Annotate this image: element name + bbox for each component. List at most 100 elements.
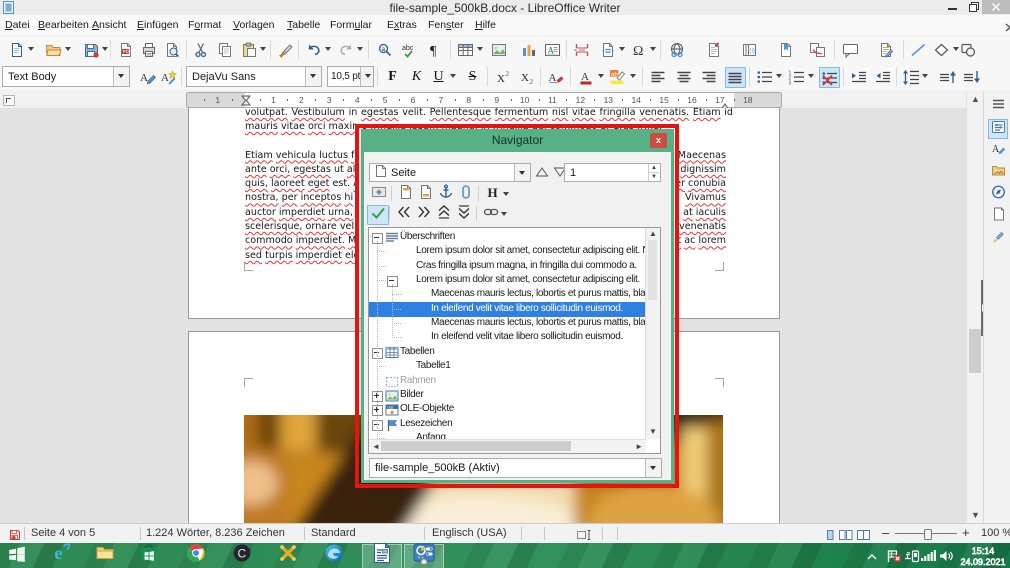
sidebar-gallery[interactable] (989, 163, 1007, 181)
line-spacing-dropdown-arrow[interactable] (922, 74, 928, 78)
superscript-button[interactable]: X2 (494, 67, 513, 86)
tray-volume[interactable] (938, 549, 955, 568)
insert-hyperlink-button[interactable] (668, 40, 687, 59)
tab-stop-selector[interactable] (3, 95, 15, 106)
bold-button[interactable]: F (383, 67, 402, 86)
sidebar-navigator[interactable] (989, 185, 1007, 203)
status-word-count[interactable]: 1.224 Wörter, 8.236 Zeichen (146, 524, 285, 543)
menu-tabelle[interactable]: Tabelle (281, 15, 326, 35)
menu-fenster[interactable]: Fenster (422, 15, 470, 35)
open-dropdown-arrow[interactable] (65, 47, 71, 51)
insert-bookmark-button[interactable] (776, 40, 795, 59)
track-changes-button[interactable] (876, 40, 895, 59)
unordered-list-button[interactable] (755, 67, 774, 86)
sidebar-properties[interactable] (988, 119, 1008, 139)
close-button[interactable] (982, 0, 1010, 14)
taskbar-start-button[interactable] (4, 543, 29, 568)
clone-formatting-button[interactable] (276, 40, 295, 59)
menu-hilfe[interactable]: Hilfe (469, 15, 502, 35)
font-size-combo-dropdown-button[interactable] (360, 67, 373, 86)
increase-indent-button[interactable] (849, 67, 868, 86)
tray-hidden-icons[interactable] (866, 549, 878, 567)
font-color-button[interactable]: A (577, 67, 596, 86)
menu-format[interactable]: Format (182, 15, 227, 35)
find-and-replace-button[interactable]: a (375, 40, 394, 59)
insert-line-button[interactable] (909, 40, 928, 59)
menu-ansicht[interactable]: Ansicht (86, 15, 132, 35)
zoom-slider-thumb[interactable] (924, 529, 932, 540)
taskbar-x-app[interactable] (275, 543, 300, 568)
vertical-scrollbar[interactable]: ▲ ▼ (966, 91, 984, 523)
insert-field-dropdown-arrow[interactable] (619, 47, 625, 51)
insert-special-character-dropdown-arrow[interactable] (650, 47, 656, 51)
spelling-button[interactable]: abc (400, 40, 419, 59)
export-pdf-button[interactable]: PDF (116, 40, 135, 59)
increase-paragraph-spacing-button[interactable] (938, 67, 957, 86)
new-document-dropdown-arrow[interactable] (28, 47, 34, 51)
underline-button[interactable]: U (429, 67, 448, 86)
highlighting-color-dropdown-arrow[interactable] (630, 74, 636, 78)
menu-einfgen[interactable]: Einfügen (131, 15, 184, 35)
open-button[interactable] (44, 40, 63, 59)
basic-shapes-button[interactable] (932, 40, 951, 59)
insert-index-entry-button[interactable]: (i) (740, 40, 759, 59)
menu-overflow-icon[interactable] (1004, 19, 1010, 37)
taskbar-internet-explorer[interactable]: e (48, 543, 73, 568)
insert-special-character-button[interactable]: Ω (629, 40, 648, 59)
status-page-number[interactable]: Seite 4 von 5 (31, 524, 95, 543)
redo-button[interactable] (336, 40, 355, 59)
insert-footnote-button[interactable] (704, 40, 723, 59)
minimize-button[interactable] (941, 0, 963, 14)
align-right-button[interactable] (700, 67, 719, 86)
paragraph-style-combo[interactable]: Text Body (2, 66, 130, 87)
font-name-combo-dropdown-button[interactable] (305, 67, 321, 86)
ordered-list-button[interactable]: 123 (787, 67, 806, 86)
font-name-combo[interactable]: DejaVu Sans (186, 66, 322, 87)
menu-vorlagen[interactable]: Vorlagen (227, 15, 280, 35)
decrease-paragraph-spacing-button[interactable] (962, 67, 981, 86)
zoom-in-button[interactable]: + (962, 524, 970, 543)
unordered-list-dropdown-arrow[interactable] (776, 74, 782, 78)
decrease-indent-button[interactable] (873, 67, 892, 86)
insert-chart-button[interactable] (519, 40, 538, 59)
insert-textbox-button[interactable]: A (543, 40, 562, 59)
formatting-marks-button[interactable]: ¶ (425, 40, 444, 59)
highlighting-color-button[interactable]: ab (609, 67, 628, 86)
insert-table-button[interactable] (456, 40, 475, 59)
menu-extras[interactable]: Extras (381, 15, 423, 35)
subscript-button[interactable]: X2 (518, 67, 537, 86)
insert-table-dropdown-arrow[interactable] (477, 47, 483, 51)
clear-formatting-button[interactable]: A (547, 67, 566, 86)
taskbar-c-app[interactable]: C (229, 543, 254, 568)
menu-formular[interactable]: Formular (324, 15, 378, 35)
undo-dropdown-arrow[interactable] (325, 47, 331, 51)
no-list-button[interactable] (819, 67, 840, 88)
paste-button[interactable] (239, 40, 258, 59)
menu-datei[interactable]: Datei (0, 15, 36, 35)
line-spacing-button[interactable] (901, 67, 920, 86)
sidebar-styles[interactable]: A (989, 141, 1007, 159)
italic-button[interactable]: K (407, 67, 426, 86)
taskbar-chrome[interactable] (183, 543, 208, 568)
insert-page-break-button[interactable] (572, 40, 591, 59)
sidebar-splitter[interactable] (981, 280, 987, 336)
sidebar-style-inspector[interactable] (989, 229, 1007, 247)
zoom-out-button[interactable]: – (882, 524, 889, 543)
justified-button[interactable] (725, 67, 746, 88)
tray-usb-device[interactable] (903, 549, 920, 568)
insert-comment-button[interactable] (841, 40, 860, 59)
taskbar-clock[interactable]: 15:14 24.09.2021 (958, 543, 1008, 568)
align-left-button[interactable] (649, 67, 668, 86)
new-document-button[interactable] (7, 40, 26, 59)
zoom-percentage[interactable]: 100 % (981, 524, 1010, 543)
status-language[interactable]: Englisch (USA) (432, 524, 507, 543)
paragraph-style-combo-dropdown-button[interactable] (113, 67, 129, 86)
taskbar-windows-store[interactable] (136, 543, 161, 568)
show-draw-functions-button[interactable] (959, 40, 978, 59)
strikethrough-button[interactable]: S (463, 67, 482, 86)
font-color-dropdown-arrow[interactable] (598, 74, 604, 78)
taskbar-libreoffice-writer[interactable] (369, 542, 394, 568)
horizontal-ruler[interactable]: 1 2 3 4 5 6 7 8 9 10 11 12 13 14 15 16 17 18 1 (186, 92, 782, 111)
scroll-down-icon[interactable]: ▼ (971, 510, 980, 520)
insert-field-button[interactable] (598, 40, 617, 59)
